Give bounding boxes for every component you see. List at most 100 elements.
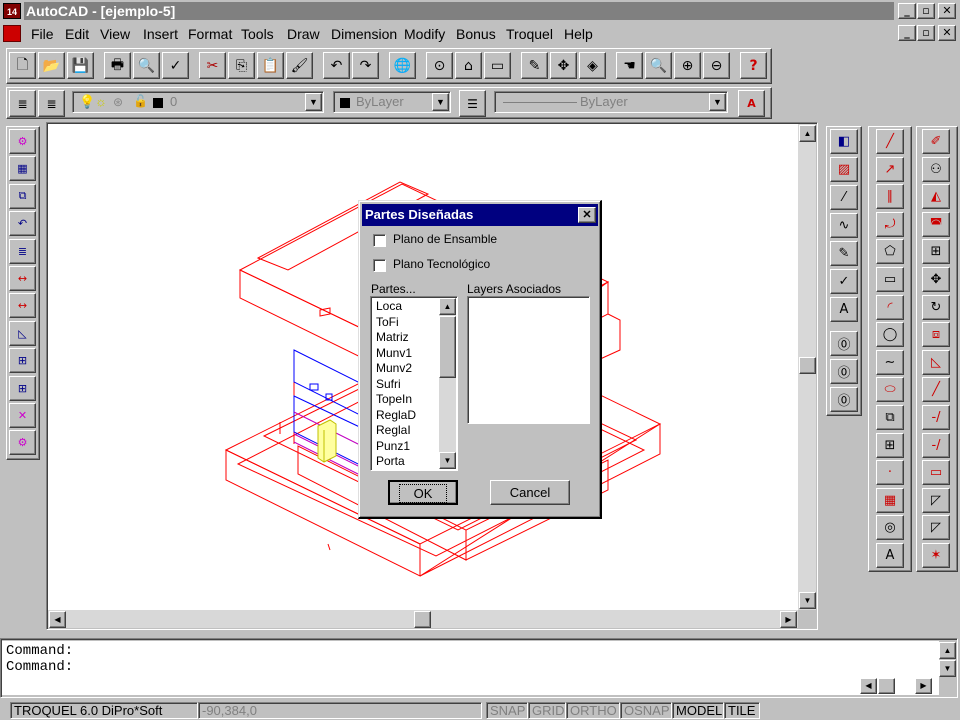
doc-restore-button[interactable]: ▫ (917, 25, 935, 41)
attdef-edit-icon[interactable]: ✓ (830, 269, 858, 294)
region-draw-icon[interactable]: ◎ (876, 515, 904, 541)
extend-icon[interactable]: -/ (922, 432, 950, 458)
menu-draw[interactable]: Draw (287, 26, 320, 42)
partes-scroll-up[interactable]: ▲ (439, 298, 456, 315)
print-preview-icon[interactable]: 🔍 (133, 52, 160, 79)
ok-button[interactable]: OK (388, 480, 458, 505)
point-icon[interactable]: · (876, 460, 904, 486)
zoom-window-icon[interactable]: ⊕ (674, 52, 701, 79)
polyline-icon[interactable]: ⤾ (876, 211, 904, 237)
menu-tools[interactable]: Tools (241, 26, 274, 42)
status-coordinates[interactable]: -90,384,0 (198, 702, 482, 719)
cut-icon[interactable]: ✂ (199, 52, 226, 79)
hatch-edit-icon[interactable]: ▨ (830, 157, 858, 182)
pan-realtime-icon[interactable]: ☚ (616, 52, 643, 79)
move-icon[interactable]: ✥ (922, 267, 950, 292)
layers-asociados-listbox[interactable] (467, 296, 590, 424)
spline-icon[interactable]: ∼ (876, 349, 904, 375)
mtext-icon[interactable]: A (876, 543, 904, 568)
partes-listbox[interactable]: Loca ToFi Matriz Munv1 Munv2 Sufri TopeIn Regla… (370, 296, 458, 471)
status-toggle-snap[interactable]: SNAP (486, 702, 528, 719)
status-toggle-ortho[interactable]: ORTHO (566, 702, 620, 719)
fillet-icon[interactable]: ◸ (922, 515, 950, 541)
menu-troquel[interactable]: Troquel (506, 26, 553, 42)
menu-format[interactable]: Format (188, 26, 232, 42)
menu-file[interactable]: File (31, 26, 54, 42)
scale-icon[interactable]: ⧈ (922, 322, 950, 348)
construction-line-icon[interactable]: ↗ (876, 156, 904, 182)
partes-list-item[interactable]: TopeIn (373, 392, 437, 408)
ucs-icon[interactable]: ⌂ (455, 52, 482, 79)
explode-icon[interactable]: ✶ (922, 543, 950, 568)
command-scroll-down[interactable]: ▼ (939, 660, 956, 677)
menu-bonus[interactable]: Bonus (456, 26, 496, 42)
menu-edit[interactable]: Edit (65, 26, 89, 42)
stretch-icon[interactable]: ◺ (922, 349, 950, 375)
break-icon[interactable]: ▭ (922, 460, 950, 486)
layers-small-icon[interactable]: ≣ (9, 238, 36, 264)
polygon-icon[interactable]: ⬠ (876, 239, 904, 265)
layers-button[interactable]: ≣ (9, 90, 36, 117)
zoom-realtime-icon[interactable]: 🔍 (645, 52, 672, 79)
partes-list-item[interactable]: Loca (373, 299, 437, 315)
layer-props-icon[interactable]: ◧ (830, 129, 858, 154)
page-icon[interactable]: ◺ (9, 320, 36, 346)
menu-dimension[interactable]: Dimension (331, 26, 397, 42)
match-properties-icon[interactable]: 🖌 (286, 52, 313, 79)
partes-list-item[interactable]: ReglaD (373, 408, 437, 424)
color-dropdown[interactable]: ByLayer ▼ (333, 91, 451, 113)
line-icon[interactable]: ╱ (876, 129, 904, 154)
partes-scroll-down[interactable]: ▼ (439, 452, 456, 469)
partes-list-item[interactable]: Punz1 (373, 439, 437, 455)
pline-edit-icon[interactable]: ⁄ (830, 185, 858, 210)
redo-icon[interactable]: ↷ (352, 52, 379, 79)
hatch-icon[interactable]: ▦ (876, 487, 904, 513)
dimension-style-icon[interactable]: ⚙ (9, 129, 36, 154)
insert-block-icon[interactable]: ⧉ (876, 405, 904, 430)
menu-view[interactable]: View (100, 26, 130, 42)
linetype-dropdown-arrow[interactable]: ▼ (709, 93, 726, 111)
multiline-icon[interactable]: ∥ (876, 184, 904, 210)
status-toggle-osnap[interactable]: OSNAP (620, 702, 672, 719)
trim-icon[interactable]: -/ (922, 405, 950, 430)
erase-icon[interactable]: ✐ (922, 129, 950, 154)
linetype-button[interactable]: ☰ (459, 90, 486, 117)
scroll-up-button[interactable]: ▲ (799, 125, 816, 142)
arc-icon[interactable]: ◜ (876, 294, 904, 320)
status-toggle-model[interactable]: MODEL (672, 702, 724, 719)
close-button[interactable]: ✕ (938, 3, 956, 19)
cancel-button[interactable]: Cancel (490, 480, 570, 505)
text-edit-icon[interactable]: A (830, 297, 858, 322)
partes-list-item[interactable]: Munv1 (373, 346, 437, 362)
layer-dropdown[interactable]: 💡 ☼ ⊛ 🔓 0 ▼ (72, 91, 324, 113)
scroll-down-button[interactable]: ▼ (799, 592, 816, 609)
grid-icon[interactable]: ⊞ (9, 348, 36, 374)
minimize-button[interactable]: _ (898, 3, 916, 19)
insert-block-icon[interactable]: ⊞ (9, 375, 36, 401)
offset-icon[interactable]: ◚ (922, 211, 950, 237)
undo-small-icon[interactable]: ↶ (9, 211, 36, 237)
mirror-icon[interactable]: ◭ (922, 184, 950, 210)
object-snap-icon[interactable]: ⊙ (426, 52, 453, 79)
dialog-close-button[interactable]: ✕ (578, 207, 596, 223)
tool-x-icon[interactable]: ✕ (9, 403, 36, 428)
menu-insert[interactable]: Insert (143, 26, 178, 42)
named-views-icon[interactable]: ◈ (579, 52, 606, 79)
partes-list-item[interactable]: Munv2 (373, 361, 437, 377)
scroll-left-button[interactable]: ◀ (49, 611, 66, 628)
command-scroll-left[interactable]: ◀ (860, 678, 877, 694)
linetype-dropdown[interactable]: ByLayer ▼ (494, 91, 728, 113)
make-block-icon[interactable]: ⊞ (876, 432, 904, 458)
redraw-icon[interactable]: ✎ (521, 52, 548, 79)
status-toggle-grid[interactable]: GRID (528, 702, 566, 719)
inquiry-icon[interactable]: ▭ (484, 52, 511, 79)
ellipse-icon[interactable]: ⬭ (876, 377, 904, 403)
layer-dropdown-arrow[interactable]: ▼ (305, 93, 322, 111)
format-icon[interactable]: ▦ (9, 156, 36, 182)
chamfer-icon[interactable]: ◸ (922, 487, 950, 513)
pan-icon[interactable]: ✥ (550, 52, 577, 79)
command-window[interactable]: Command: Command: (2, 641, 939, 695)
stretch2-icon[interactable]: ↔ (9, 293, 36, 319)
subtract-icon[interactable]: ⓪ (830, 387, 858, 412)
partes-list-item[interactable]: ToFi (373, 315, 437, 331)
